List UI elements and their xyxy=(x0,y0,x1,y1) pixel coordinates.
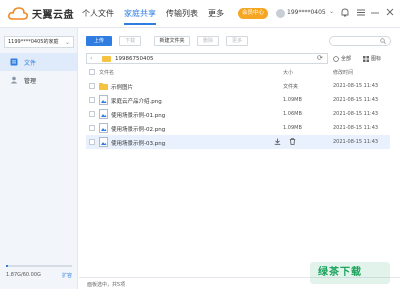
delete-button[interactable]: 删除 xyxy=(197,36,219,46)
file-size: 1.06MB xyxy=(283,111,302,117)
file-time: 2021-08-15 11:43 xyxy=(333,125,379,131)
folder-icon xyxy=(99,83,108,90)
trash-icon[interactable] xyxy=(289,138,296,147)
family-account-select[interactable]: 1199****0405的家庭 ⌄ xyxy=(4,36,74,48)
sidebar-item-label: 管理 xyxy=(24,77,37,85)
file-name: 使用场景示例-03.png xyxy=(111,141,166,147)
username[interactable]: 199****0405 xyxy=(287,9,326,16)
cloud-logo-icon xyxy=(8,7,28,20)
app-title: 天翼云盘 xyxy=(32,10,74,21)
sidebar: 1199****0405的家庭 ⌄ 文件 管理 1.87G/60.00G 扩容 xyxy=(0,28,78,289)
row-checkbox[interactable] xyxy=(89,83,95,89)
more-button[interactable]: 更多 xyxy=(226,36,248,46)
file-name: 使用场景示例-02.png xyxy=(111,127,166,133)
filter-icon xyxy=(333,55,339,62)
sidebar-item-label: 文件 xyxy=(24,59,37,67)
file-time: 2021-08-15 11:43 xyxy=(333,83,379,89)
file-size: 1.09MB xyxy=(283,97,302,103)
refresh-icon[interactable]: ⟳ xyxy=(317,54,323,62)
chevron-down-icon[interactable]: ⌄ xyxy=(329,8,334,15)
file-time: 2021-08-15 11:43 xyxy=(333,111,379,117)
column-header-name[interactable]: 文件名 xyxy=(99,69,114,76)
sidebar-item-manage[interactable]: 管理 xyxy=(0,71,77,89)
select-all-checkbox[interactable] xyxy=(89,69,95,75)
folder-icon xyxy=(102,56,111,62)
tab-family-share[interactable]: 家庭共享 xyxy=(124,8,156,25)
table-row[interactable]: 使用场景示例-02.png 1.09MB 2021-08-15 11:43 xyxy=(86,121,390,135)
table-row[interactable]: 家庭云产品介绍.png 1.09MB 2021-08-15 11:43 xyxy=(86,93,390,107)
file-size: 文件夹 xyxy=(283,84,299,90)
row-checkbox[interactable] xyxy=(89,139,95,145)
back-arrow-icon[interactable]: ‹ xyxy=(90,54,92,64)
tab-more[interactable]: 更多 xyxy=(208,8,224,19)
search-icon xyxy=(380,38,386,44)
filter-dropdown[interactable]: 全部 xyxy=(333,55,351,62)
sidebar-item-files[interactable]: 文件 xyxy=(0,53,77,71)
file-size: 1.09MB xyxy=(283,125,302,131)
minimize-icon[interactable] xyxy=(370,7,380,17)
app-logo: 天翼云盘 xyxy=(8,6,74,21)
member-center-badge[interactable]: 会员中心 xyxy=(238,8,269,19)
avatar[interactable] xyxy=(276,9,285,18)
status-text: 面板选中，共5项 xyxy=(87,282,126,288)
file-table-header: 文件名 大小 修改时间 xyxy=(86,67,390,78)
search-input[interactable] xyxy=(329,36,391,46)
close-icon[interactable] xyxy=(385,7,395,17)
row-checkbox[interactable] xyxy=(89,125,95,131)
breadcrumb: ‹ 19986750405 xyxy=(86,53,328,64)
image-file-icon xyxy=(99,137,108,147)
file-time: 2021-08-15 11:43 xyxy=(333,97,379,103)
layout-toggle[interactable]: 图标 xyxy=(363,55,381,62)
new-folder-button[interactable]: 新建文件夹 xyxy=(154,36,190,46)
table-row[interactable]: 示例图片 文件夹 2021-08-15 11:43 xyxy=(86,79,390,93)
menu-icon[interactable] xyxy=(356,7,366,17)
watermark-text: 绿茶下载 xyxy=(318,267,362,278)
row-checkbox[interactable] xyxy=(89,111,95,117)
file-icon xyxy=(10,58,18,66)
image-file-icon xyxy=(99,109,108,119)
file-name: 使用场景示例-01.png xyxy=(111,113,166,119)
quota-progress-bar xyxy=(6,265,72,267)
filter-label: 全部 xyxy=(341,56,352,62)
tab-personal-files[interactable]: 个人文件 xyxy=(82,8,114,19)
member-icon xyxy=(10,76,18,84)
table-row[interactable]: 使用场景示例-01.png 1.06MB 2021-08-15 11:43 xyxy=(86,107,390,121)
file-time: 2021-08-15 11:43 xyxy=(333,139,379,145)
image-file-icon xyxy=(99,95,108,105)
family-account-label: 1199****0405的家庭 xyxy=(8,39,59,45)
quota-progress-fill xyxy=(6,265,9,267)
tab-transfer-list[interactable]: 传输列表 xyxy=(166,8,198,19)
chevron-down-icon: ⌄ xyxy=(64,39,70,46)
expand-storage-link[interactable]: 扩容 xyxy=(62,272,72,279)
upload-button[interactable]: 上传 xyxy=(86,36,112,46)
download-button[interactable]: 下载 xyxy=(119,36,141,46)
file-name: 示例图片 xyxy=(111,85,134,91)
bell-icon[interactable] xyxy=(340,7,350,17)
grid-icon xyxy=(363,55,369,62)
breadcrumb-path[interactable]: 19986750405 xyxy=(115,54,154,64)
table-row[interactable]: 使用场景示例-03.png 2021-08-15 11:43 xyxy=(86,135,390,149)
download-icon[interactable] xyxy=(274,138,281,147)
column-header-size[interactable]: 大小 xyxy=(283,69,293,76)
column-header-time[interactable]: 修改时间 xyxy=(333,69,353,76)
main-nav: 个人文件 家庭共享 传输列表 更多 xyxy=(82,8,234,25)
layout-label: 图标 xyxy=(371,56,382,62)
row-checkbox[interactable] xyxy=(89,97,95,103)
quota-text: 1.87G/60.00G xyxy=(6,272,41,278)
top-bar: 天翼云盘 个人文件 家庭共享 传输列表 更多 会员中心 199****0405 … xyxy=(0,0,400,28)
file-name: 家庭云产品介绍.png xyxy=(111,99,162,105)
image-file-icon xyxy=(99,123,108,133)
